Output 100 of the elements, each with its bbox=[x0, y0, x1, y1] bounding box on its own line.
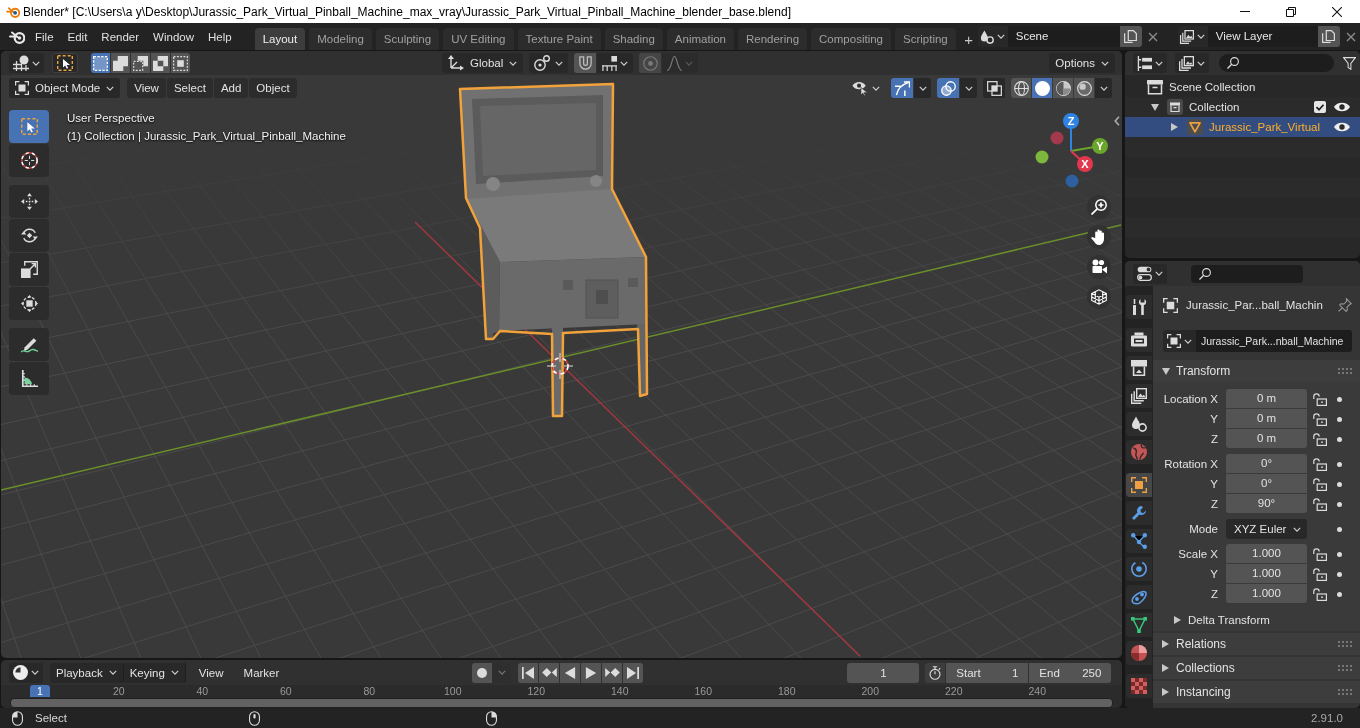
open-lock-icon[interactable] bbox=[1313, 547, 1327, 561]
search-field[interactable] bbox=[1191, 264, 1303, 283]
editor-type-dropdown[interactable] bbox=[9, 53, 44, 73]
current-frame-field[interactable]: 1 bbox=[847, 662, 920, 683]
properties-tab[interactable] bbox=[1126, 585, 1152, 609]
panel-header[interactable]: Transform bbox=[1153, 360, 1360, 382]
options-dropdown[interactable]: Options bbox=[1049, 53, 1115, 73]
number-field[interactable]: 1.000 bbox=[1226, 584, 1307, 603]
keyframe-dot-icon[interactable] bbox=[1337, 416, 1342, 422]
properties-tab[interactable] bbox=[1126, 613, 1152, 637]
triangle-down-icon[interactable] bbox=[1151, 103, 1159, 111]
view-layer-dropdown[interactable] bbox=[1177, 26, 1208, 47]
play-reverse-button[interactable] bbox=[560, 662, 581, 683]
cursor-tool[interactable] bbox=[9, 144, 49, 177]
annotate-tool[interactable] bbox=[9, 328, 49, 361]
material-shading-button[interactable] bbox=[1053, 78, 1073, 98]
add-workspace-button[interactable]: + bbox=[959, 28, 978, 50]
number-field[interactable]: 0 m bbox=[1226, 409, 1307, 428]
move-tool[interactable] bbox=[9, 185, 49, 218]
solid-shading-button[interactable] bbox=[1032, 78, 1052, 98]
object-name-field[interactable]: Jurassic_Park...nball_Machine bbox=[1196, 330, 1352, 352]
panel-header[interactable]: Instancing bbox=[1153, 681, 1360, 703]
transform-tool[interactable] bbox=[9, 287, 49, 320]
crosshair-icon[interactable] bbox=[546, 352, 574, 380]
end-frame-field[interactable]: End 250 bbox=[1029, 662, 1112, 683]
grip-dots-icon[interactable] bbox=[1338, 641, 1352, 647]
workspace-tab[interactable]: Rendering bbox=[738, 28, 808, 50]
subpanel-header[interactable]: Delta Transform bbox=[1153, 609, 1270, 631]
number-field[interactable]: 90° bbox=[1226, 494, 1307, 513]
outliner-item[interactable]: Collection bbox=[1125, 97, 1360, 117]
horizontal-scrollbar[interactable] bbox=[10, 698, 1113, 708]
shading-dropdown[interactable] bbox=[1095, 78, 1112, 98]
open-lock-icon[interactable] bbox=[1313, 567, 1327, 581]
playhead-marker[interactable]: 1 bbox=[30, 685, 50, 697]
axis-dot-icon[interactable] bbox=[1065, 174, 1079, 188]
properties-tab[interactable] bbox=[1126, 328, 1152, 352]
camera-view-button[interactable] bbox=[1087, 255, 1111, 279]
display-mode-dropdown[interactable] bbox=[1133, 53, 1167, 73]
orientation-dropdown[interactable]: Global bbox=[442, 53, 524, 73]
pan-button[interactable] bbox=[1087, 225, 1111, 249]
snap-toggle-button[interactable] bbox=[574, 53, 597, 73]
menu-item[interactable]: Help bbox=[201, 26, 239, 47]
rotate-tool[interactable] bbox=[9, 219, 49, 252]
object-browse-dropdown[interactable] bbox=[1163, 330, 1196, 352]
keyframe-dot-icon[interactable] bbox=[1337, 591, 1342, 597]
falloff-dropdown[interactable] bbox=[662, 53, 699, 73]
workspace-tab[interactable]: UV Editing bbox=[443, 28, 514, 50]
menu-item[interactable]: Add bbox=[213, 78, 249, 98]
number-field[interactable]: 1.000 bbox=[1226, 564, 1307, 583]
grip-dots-icon[interactable] bbox=[1338, 368, 1352, 374]
number-field[interactable]: 0° bbox=[1226, 454, 1307, 473]
triangle-right-icon[interactable] bbox=[1171, 123, 1178, 131]
options-dropdown[interactable] bbox=[960, 78, 977, 98]
open-lock-icon[interactable] bbox=[1313, 412, 1327, 426]
pinball-machine-drawing[interactable] bbox=[458, 82, 649, 418]
menu-item[interactable]: File bbox=[28, 26, 61, 47]
workspace-tab[interactable]: Compositing bbox=[811, 28, 891, 50]
properties-tab[interactable] bbox=[1126, 641, 1152, 665]
menu-item[interactable]: Object bbox=[249, 78, 297, 98]
mode-dropdown[interactable]: XYZ Euler bbox=[1226, 519, 1307, 539]
previous-keyframe-button[interactable] bbox=[539, 662, 560, 683]
options-dropdown[interactable] bbox=[914, 78, 931, 98]
selection-mode-button[interactable] bbox=[91, 53, 110, 73]
search-field[interactable] bbox=[1219, 54, 1334, 72]
keyframe-dot-icon[interactable] bbox=[1337, 481, 1342, 487]
selection-mode-button[interactable] bbox=[111, 53, 130, 73]
measure-tool[interactable] bbox=[9, 362, 49, 395]
overlay-toggle-button[interactable] bbox=[937, 78, 959, 98]
workspace-tab[interactable]: Scripting bbox=[895, 28, 956, 50]
properties-tab[interactable] bbox=[1126, 501, 1152, 525]
selection-mode-button[interactable] bbox=[171, 53, 190, 73]
jump-start-button[interactable] bbox=[518, 662, 539, 683]
menu-item[interactable]: Window bbox=[146, 26, 201, 47]
open-lock-icon[interactable] bbox=[1313, 587, 1327, 601]
chevron-left-icon[interactable] bbox=[1114, 116, 1120, 126]
menu-item[interactable]: Select bbox=[166, 78, 213, 98]
axis-dot-icon[interactable] bbox=[1050, 131, 1064, 145]
properties-tab[interactable] bbox=[1126, 356, 1152, 380]
wireframe-shading-button[interactable] bbox=[1011, 78, 1031, 98]
workspace-tab[interactable]: Texture Paint bbox=[517, 28, 601, 50]
open-lock-icon[interactable] bbox=[1313, 497, 1327, 511]
axis-dot-icon[interactable] bbox=[1035, 150, 1049, 164]
menu-item[interactable]: Edit bbox=[60, 26, 95, 47]
number-field[interactable]: 0 m bbox=[1226, 429, 1307, 448]
properties-tab[interactable] bbox=[1126, 529, 1152, 553]
workspace-tab[interactable]: Shading bbox=[604, 28, 663, 50]
rendered-shading-button[interactable] bbox=[1074, 78, 1094, 98]
new-view-layer-button[interactable] bbox=[1317, 26, 1340, 47]
open-lock-icon[interactable] bbox=[1313, 432, 1327, 446]
navigation-gizmo[interactable]: Z Y X bbox=[1035, 113, 1108, 188]
grip-dots-icon[interactable] bbox=[1338, 689, 1352, 695]
number-field[interactable]: 0 m bbox=[1226, 389, 1307, 408]
outliner-item[interactable]: Scene Collection bbox=[1125, 77, 1360, 97]
eye-icon[interactable] bbox=[1334, 102, 1350, 112]
properties-tab[interactable] bbox=[1126, 473, 1152, 497]
workspace-tab[interactable]: Layout bbox=[254, 28, 306, 50]
view-layer-name-field[interactable]: View Layer bbox=[1207, 26, 1318, 47]
xray-toggle-button[interactable] bbox=[983, 78, 1005, 98]
keyframe-dot-icon[interactable] bbox=[1337, 396, 1342, 402]
menu-dropdown[interactable]: Playback bbox=[50, 662, 124, 683]
